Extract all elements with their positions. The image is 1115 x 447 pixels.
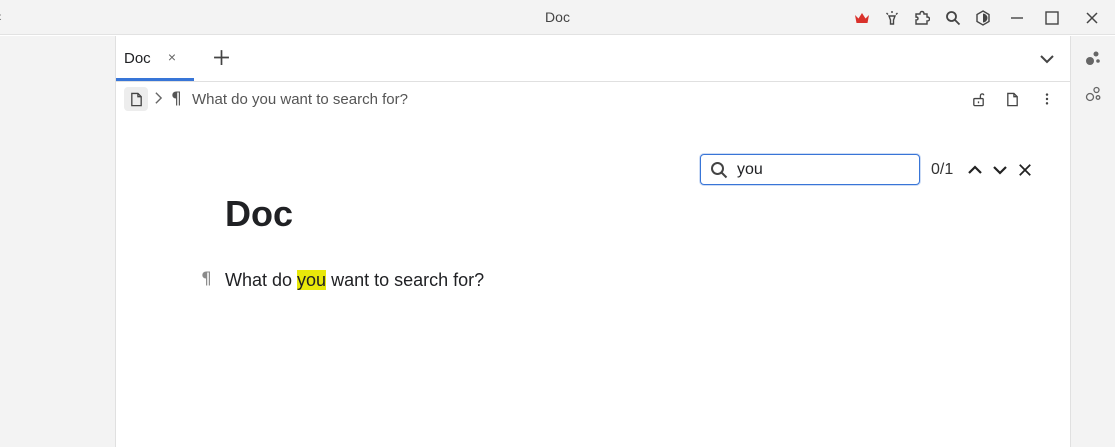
search-match-highlight: you [297,270,327,290]
close-window-icon[interactable] [1082,8,1102,28]
paragraph-icon: ¶ [171,89,182,109]
paragraph-block-icon[interactable]: ¶ [201,269,212,289]
minimize-icon[interactable] [1007,8,1027,28]
maximize-icon[interactable] [1042,8,1062,28]
paragraph-text-after: want to search for? [326,270,485,290]
tab-close-icon[interactable]: × [165,49,179,65]
theme-icon[interactable] [973,8,993,28]
chevron-right-icon [152,90,164,106]
tab-doc[interactable]: Doc × [116,36,194,81]
paragraph-text-before: What do [225,270,298,290]
more-vertical-icon[interactable] [1037,89,1057,109]
document-icon[interactable] [124,87,148,111]
chevron-down-icon[interactable] [1036,48,1058,70]
previous-match-icon[interactable] [964,159,986,181]
left-dock [0,36,116,447]
find-widget: 0/1 [700,154,1044,186]
close-find-icon[interactable] [1014,159,1036,181]
next-match-icon[interactable] [989,159,1011,181]
puzzle-icon[interactable] [912,8,932,28]
match-count: 0/1 [931,161,954,178]
file-icon[interactable] [1002,89,1022,109]
breadcrumb-text[interactable]: What do you want to search for? [192,91,408,108]
plugin-bulb-icon[interactable] [882,8,902,28]
title-bar: ‹ Doc [0,0,1115,35]
search-icon[interactable] [943,8,963,28]
find-input[interactable] [737,160,907,180]
editor[interactable]: Doc ¶ What do you want to search for? 0/… [116,117,1070,447]
add-tab-icon[interactable] [210,46,232,68]
right-dock [1070,36,1115,447]
tab-label: Doc [124,50,151,67]
document-title[interactable]: Doc [225,193,293,235]
paragraph-block[interactable]: What do you want to search for? [225,270,484,291]
find-box [700,154,920,185]
crown-icon[interactable] [852,8,872,28]
graph-icon[interactable] [1083,48,1103,68]
tab-bar: Doc × [116,36,1070,82]
search-icon [711,162,728,179]
relation-graph-icon[interactable] [1083,84,1103,104]
lock-icon[interactable] [968,89,988,109]
breadcrumb: ¶ What do you want to search for? [116,83,1070,117]
